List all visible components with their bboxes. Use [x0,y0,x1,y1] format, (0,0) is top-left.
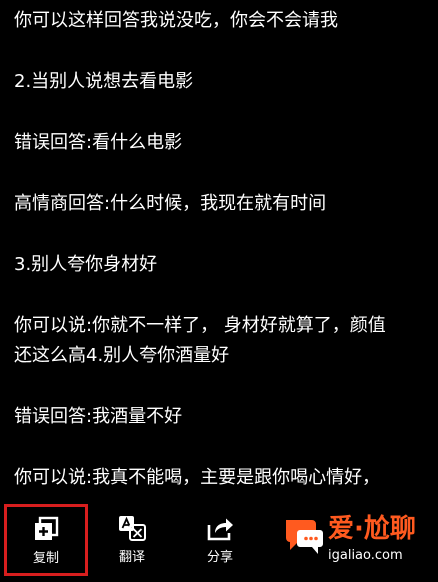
text-line: 你可以说:我真不能喝，主要是跟你喝心情好， [14,467,381,488]
watermark-url: igaliao.com [328,548,403,563]
translate-label: 翻译 [118,550,145,565]
share-icon [207,518,233,541]
chat-bubble-logo-icon [286,520,323,554]
text-line: 3.别人夸你身材好 [14,254,158,275]
watermark-text: 爱·尬聊 [328,514,416,544]
text-line: 错误回答:我酒量不好 [14,406,183,427]
copy-icon [35,516,59,540]
copy-button[interactable]: 复制 [4,504,88,576]
watermark: 爱·尬聊 igaliao.com [280,508,436,578]
translate-button[interactable]: 翻译 [92,506,172,578]
text-line: 2.当别人说想去看电影 [14,71,194,92]
share-label: 分享 [206,550,233,565]
translate-icon [119,516,146,541]
text-line: 还这么高4.别人夸你酒量好 [14,345,230,366]
message-text: 你可以这样回答我说没吃，你会不会请我 2.当别人说想去看电影 错误回答:看什么电… [14,6,426,493]
text-line: 你可以这样回答我说没吃，你会不会请我 [14,10,338,31]
text-line: 错误回答:看什么电影 [14,132,183,153]
text-line: 你可以说:你就不一样了， 身材好就算了，颜值 [14,315,386,336]
share-button[interactable]: 分享 [180,506,260,578]
copy-label: 复制 [32,551,59,566]
text-line: 高情商回答:什么时候，我现在就有时间 [14,193,327,214]
